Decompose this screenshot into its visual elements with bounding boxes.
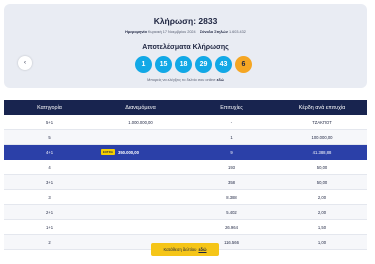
cell-category: 3	[48, 194, 51, 200]
joker-ball: 6	[235, 56, 252, 73]
winning-numbers: 1 15 18 29 43 6	[135, 56, 252, 73]
cell-prize: 2,00	[317, 194, 327, 200]
check-ticket-note: Μπορείς να ελέγξεις το δελτίο σου online…	[4, 78, 367, 82]
cell-category: 2	[48, 239, 51, 245]
prize-table: Κατηγορία Διανεμόμενα Επιτυχίες Κέρδη αν…	[4, 100, 367, 250]
header-category: Κατηγορία	[37, 104, 62, 111]
columns-label: Σύνολο Στηλών	[199, 30, 228, 34]
cell-prize: 50,00	[316, 164, 328, 170]
chevron-left-icon: ‹	[24, 60, 26, 66]
date-label: Ημερομηνία	[125, 30, 147, 34]
check-note-text: Μπορείς να ελέγξεις το δελτίο σου online	[147, 78, 216, 82]
results-title: Αποτελέσματα Κλήρωσης	[142, 44, 229, 51]
cell-winners: 1	[230, 134, 233, 140]
cell-category: 2+1	[45, 209, 54, 215]
draw-meta: Ημερομηνία Κυριακή 17 Νοεμβρίου 2024 Σύν…	[4, 30, 367, 34]
date-value: Κυριακή 17 Νοεμβρίου 2024	[147, 30, 196, 34]
cell-prize: 50,00	[316, 179, 328, 185]
cell-winners: 9	[230, 149, 233, 155]
number-ball: 43	[215, 56, 232, 73]
cell-prize: ΤΖΑΚΠΟΤ	[312, 119, 332, 125]
cell-winners: -	[230, 119, 233, 125]
table-row: 3 8.388 2,00	[4, 190, 367, 205]
draw-summary-card: Κλήρωση: 2833 Ημερομηνία Κυριακή 17 Νοεμ…	[4, 4, 367, 88]
cell-category: 4+1	[45, 149, 54, 155]
table-row: 2+1 5.402 2,00	[4, 205, 367, 220]
cell-distributed: 1.000.000,00	[128, 119, 153, 125]
cell-prize: 1,50	[317, 224, 327, 230]
table-header: Κατηγορία Διανεμόμενα Επιτυχίες Κέρδη αν…	[4, 100, 367, 115]
cell-distributed: EXTRA 350.000,00	[95, 149, 186, 155]
cell-category: 5+1	[45, 119, 54, 125]
header-prize: Κέρδη ανά επιτυχία	[298, 104, 346, 111]
cell-prize: 100.000,00	[311, 134, 333, 140]
extra-badge: EXTRA	[101, 149, 115, 155]
number-ball: 18	[175, 56, 192, 73]
previous-draw-button[interactable]: ‹	[18, 56, 32, 70]
cell-category: 3+1	[45, 179, 54, 185]
cell-prize: 1,00	[317, 239, 327, 245]
number-ball: 1	[135, 56, 152, 73]
cell-prize: 41.388,88	[312, 149, 332, 155]
cell-category: 1+1	[45, 224, 54, 230]
table-row-highlighted: 4+1 EXTRA 350.000,00 9 41.388,88	[4, 145, 367, 160]
cell-prize: 2,00	[317, 209, 327, 215]
columns-value: 1.603.432	[228, 30, 246, 34]
cell-winners: 5.402	[226, 209, 237, 215]
table-row: 5 1 100.000,00	[4, 130, 367, 145]
submit-ticket-button[interactable]: Κατάθεση δελτίου εδώ	[151, 243, 219, 256]
number-ball: 15	[155, 56, 172, 73]
distributed-value: 350.000,00	[117, 149, 139, 155]
cell-winners: 358	[228, 179, 235, 185]
cell-winners: 26.964	[225, 224, 238, 230]
number-ball: 29	[195, 56, 212, 73]
draw-title: Κλήρωση: 2833	[153, 16, 218, 26]
table-row: 5+1 1.000.000,00 - ΤΖΑΚΠΟΤ	[4, 115, 367, 130]
cell-winners: 8.388	[226, 194, 237, 200]
cell-category: 4	[48, 164, 51, 170]
table-row: 1+1 26.964 1,50	[4, 220, 367, 235]
table-row: 3+1 358 50,00	[4, 175, 367, 190]
cell-category: 5	[48, 134, 51, 140]
header-distributed: Διανεμόμενα	[125, 104, 156, 111]
check-note-link[interactable]: εδώ	[217, 78, 224, 82]
header-winners: Επιτυχίες	[220, 104, 243, 111]
cell-winners: 193	[228, 164, 235, 170]
submit-ticket-link: εδώ	[198, 247, 207, 252]
table-row: 4 193 50,00	[4, 160, 367, 175]
submit-ticket-label: Κατάθεση δελτίου	[163, 247, 197, 252]
